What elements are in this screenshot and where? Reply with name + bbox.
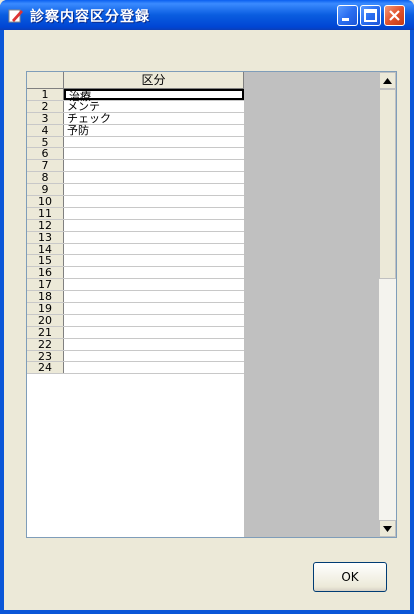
row-number[interactable]: 23 (27, 350, 64, 362)
arrow-down-icon (383, 525, 392, 532)
row-number[interactable]: 24 (27, 362, 64, 373)
table-row[interactable]: 16 (27, 267, 244, 280)
close-icon (389, 10, 400, 21)
category-cell[interactable] (64, 303, 244, 314)
row-number[interactable]: 17 (27, 279, 64, 290)
category-cell[interactable] (64, 208, 244, 219)
table-row[interactable]: 9 (27, 184, 244, 197)
category-cell[interactable] (64, 172, 244, 183)
table-row[interactable]: 4 予防 (27, 124, 244, 137)
grid-cells-area: 区分 1 治療 2 メンテ 3 チェック 4 予防 5 6 7 8 9 10 11 12 13 14 15 16 17 1… (27, 72, 244, 537)
row-number[interactable]: 4 (27, 124, 64, 136)
app-icon (8, 9, 23, 23)
close-button[interactable] (384, 5, 405, 26)
category-cell[interactable] (64, 362, 244, 373)
grid-header: 区分 (27, 72, 244, 89)
table-row[interactable]: 18 (27, 291, 244, 304)
row-number[interactable]: 2 (27, 100, 64, 112)
row-number[interactable]: 14 (27, 243, 64, 255)
category-cell[interactable] (64, 220, 244, 231)
row-number[interactable]: 8 (27, 172, 64, 183)
title-bar[interactable]: 診察内容区分登録 (0, 0, 414, 30)
column-header-category[interactable]: 区分 (64, 72, 244, 88)
maximize-button[interactable] (360, 5, 381, 26)
table-row[interactable]: 22 (27, 338, 244, 351)
category-cell[interactable] (64, 255, 244, 266)
minimize-icon (342, 18, 349, 21)
table-row[interactable]: 8 (27, 172, 244, 185)
row-number[interactable]: 5 (27, 136, 64, 148)
table-row[interactable]: 2 メンテ (27, 100, 244, 113)
scroll-thumb[interactable] (379, 89, 396, 279)
table-row[interactable]: 19 (27, 303, 244, 315)
table-row[interactable]: 17 (27, 279, 244, 292)
category-cell[interactable] (64, 351, 244, 362)
table-row[interactable]: 23 (27, 350, 244, 363)
row-number[interactable]: 1 (27, 89, 64, 100)
category-cell[interactable] (64, 267, 244, 278)
table-row[interactable]: 1 治療 (27, 89, 244, 102)
scroll-up-button[interactable] (379, 72, 396, 89)
row-number[interactable]: 22 (27, 338, 64, 350)
table-row[interactable]: 10 (27, 196, 244, 208)
scroll-down-button[interactable] (379, 520, 396, 537)
window-title: 診察内容区分登録 (30, 9, 150, 25)
category-cell[interactable] (64, 244, 244, 255)
category-cell[interactable] (64, 160, 244, 171)
row-number[interactable]: 7 (27, 160, 64, 171)
table-row[interactable]: 6 (27, 148, 244, 161)
category-cell[interactable] (64, 327, 244, 338)
row-number[interactable]: 16 (27, 267, 64, 278)
table-row[interactable]: 11 (27, 207, 244, 220)
row-number[interactable]: 18 (27, 291, 64, 302)
dialog-window: 診察内容区分登録 区分 1 治療 2 メンテ 3 チェック 4 予防 5 6 7 8 9 10 11 12 13… (0, 0, 414, 614)
category-cell[interactable] (64, 339, 244, 350)
category-cell[interactable] (64, 279, 244, 290)
table-row[interactable]: 21 (27, 326, 244, 339)
arrow-up-icon (383, 77, 392, 84)
row-number[interactable]: 9 (27, 184, 64, 195)
category-cell[interactable] (64, 184, 244, 195)
table-row[interactable]: 13 (27, 231, 244, 244)
category-grid[interactable]: 区分 1 治療 2 メンテ 3 チェック 4 予防 5 6 7 8 9 10 11 12 13 14 15 16 17 1… (26, 71, 397, 538)
row-number[interactable]: 10 (27, 196, 64, 207)
table-row[interactable]: 20 (27, 314, 244, 327)
row-number[interactable]: 15 (27, 255, 64, 266)
grid-rows: 1 治療 2 メンテ 3 チェック 4 予防 5 6 7 8 9 10 11 12 13 14 15 16 17 18 19… (27, 89, 244, 375)
category-cell[interactable] (64, 137, 244, 148)
table-row[interactable]: 14 (27, 243, 244, 256)
ok-button[interactable]: OK (313, 562, 387, 592)
table-row[interactable]: 24 (27, 362, 244, 375)
table-row[interactable]: 3 チェック (27, 112, 244, 125)
grid-corner-cell[interactable] (27, 72, 64, 88)
vertical-scrollbar[interactable] (379, 72, 396, 537)
category-cell[interactable] (64, 148, 244, 159)
row-number[interactable]: 3 (27, 112, 64, 124)
row-number[interactable]: 19 (27, 303, 64, 314)
maximize-icon (364, 9, 377, 22)
table-row[interactable]: 12 (27, 219, 244, 232)
table-row[interactable]: 7 (27, 160, 244, 173)
row-number[interactable]: 11 (27, 207, 64, 219)
category-cell[interactable]: 予防 (64, 125, 244, 136)
row-number[interactable]: 20 (27, 314, 64, 326)
category-cell[interactable]: メンテ (64, 101, 244, 112)
table-row[interactable]: 5 (27, 136, 244, 149)
minimize-button[interactable] (337, 5, 358, 26)
category-cell[interactable]: 治療 (64, 89, 244, 102)
table-row[interactable]: 15 (27, 255, 244, 268)
category-cell[interactable] (64, 315, 244, 326)
category-cell[interactable]: チェック (64, 113, 244, 124)
category-cell[interactable] (64, 196, 244, 207)
category-cell[interactable] (64, 291, 244, 302)
category-cell[interactable] (64, 232, 244, 243)
row-number[interactable]: 6 (27, 148, 64, 159)
row-number[interactable]: 13 (27, 231, 64, 243)
row-number[interactable]: 12 (27, 219, 64, 231)
row-number[interactable]: 21 (27, 326, 64, 338)
